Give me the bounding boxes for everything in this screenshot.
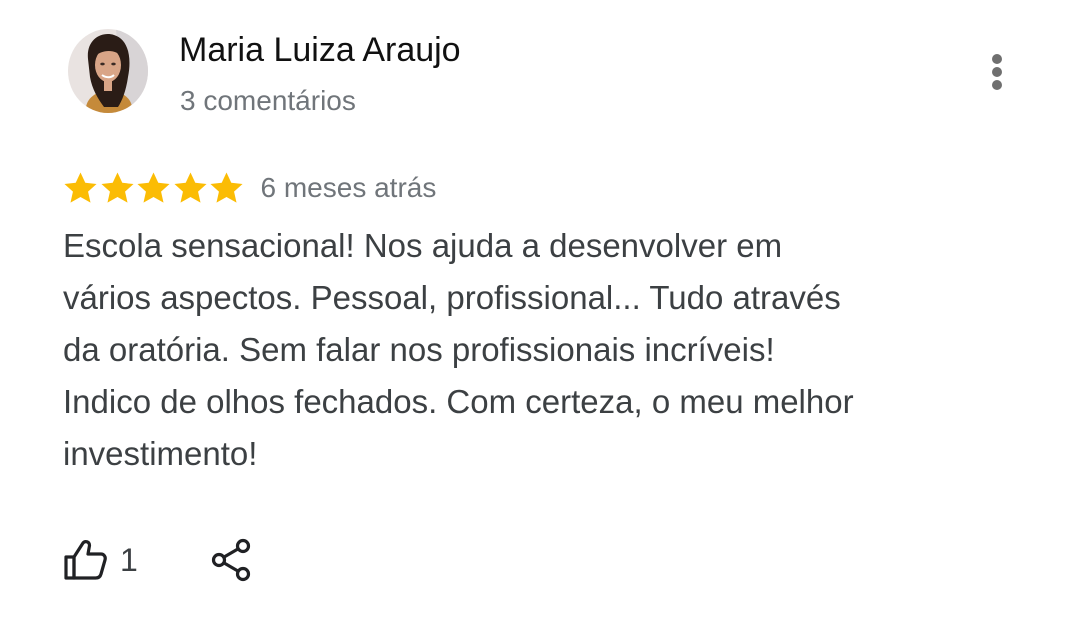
star-icon	[173, 171, 207, 203]
more-options-button[interactable]	[980, 48, 1016, 96]
star-rating	[62, 168, 245, 208]
more-vert-icon	[992, 54, 1002, 64]
review-time: 6 meses atrás	[260, 172, 437, 203]
author-name[interactable]: Maria Luiza Araujo	[179, 29, 461, 71]
author-review-count: 3 comentários	[180, 85, 356, 116]
review-text-line: investimento!	[63, 435, 258, 472]
review-text: Escola sensacional! Nos ajuda a desenvol…	[63, 220, 963, 480]
thumb-up-icon	[62, 539, 108, 581]
star-icon	[100, 171, 134, 203]
share-icon	[210, 538, 252, 582]
star-icon	[64, 171, 97, 203]
review-card: Maria Luiza Araujo 3 comentários 6 meses…	[0, 0, 1080, 619]
review-text-line: Indico de olhos fechados. Com certeza, o…	[63, 383, 854, 420]
like-count: 1	[120, 542, 138, 578]
star-icon	[210, 171, 243, 203]
like-button[interactable]: 1	[62, 539, 138, 581]
review-text-line: vários aspectos. Pessoal, profissional..…	[63, 279, 841, 316]
review-text-line: Escola sensacional! Nos ajuda a desenvol…	[63, 227, 783, 264]
share-button[interactable]	[210, 538, 252, 582]
star-icon	[137, 171, 170, 203]
avatar-photo	[68, 29, 148, 113]
avatar[interactable]	[68, 29, 148, 113]
rating-row: 6 meses atrás	[62, 168, 436, 208]
review-text-line: da oratória. Sem falar nos profissionais…	[63, 331, 775, 368]
review-actions: 1	[62, 536, 252, 584]
